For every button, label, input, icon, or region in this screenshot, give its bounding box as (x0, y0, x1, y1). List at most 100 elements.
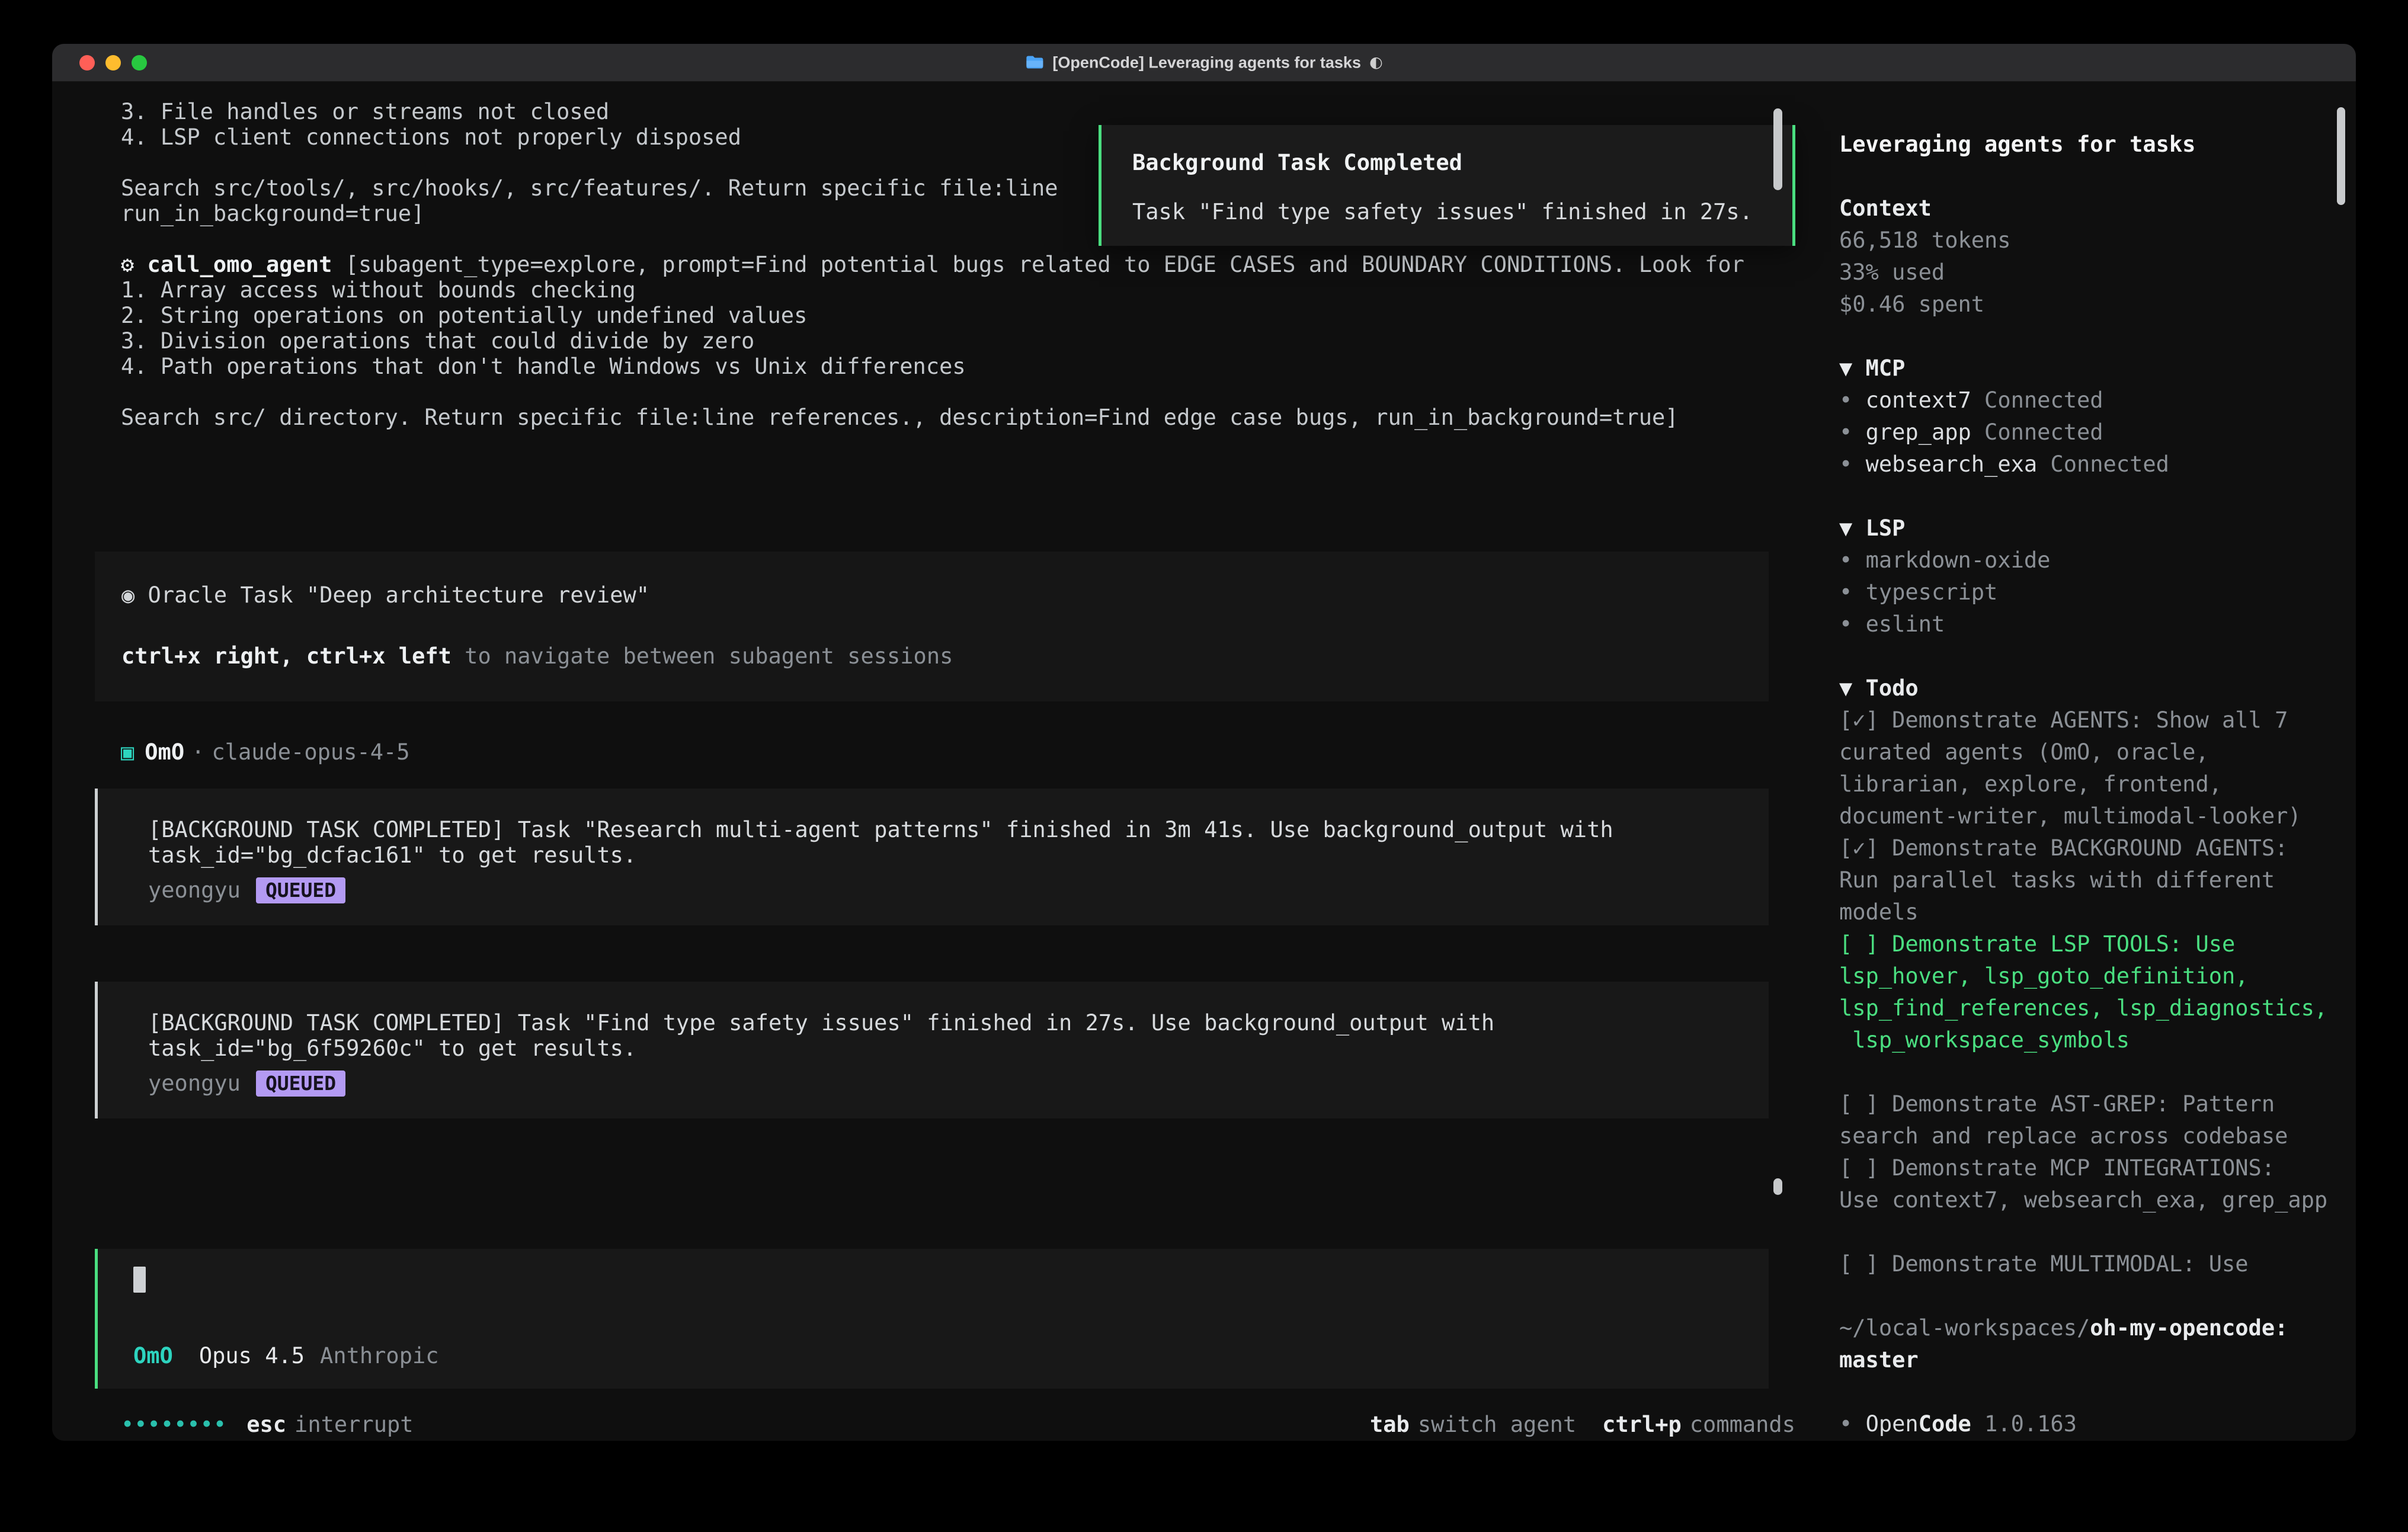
oracle-hint-keys: ctrl+x right, ctrl+x left (121, 643, 451, 669)
text-segment: Use context7, websearch_exa, grep_app (1839, 1187, 2327, 1213)
sidebar-line: ▼ Todo (1839, 672, 2340, 704)
sidebar-line: Context (1839, 193, 2340, 225)
text-segment: 1.0.163 (1971, 1411, 2077, 1437)
sidebar-line: ▼ LSP (1839, 512, 2340, 544)
window-content: 3. File handles or streams not closed 4. … (52, 82, 2356, 1441)
text-segment: $0.46 spent (1839, 291, 1984, 317)
text-segment: [ ] Demonstrate LSP TOOLS: Use (1839, 931, 2235, 957)
sidebar-line: • websearch_exa Connected (1839, 448, 2340, 480)
traffic-lights (52, 55, 147, 70)
message-author: yeongyu (148, 877, 241, 903)
text-segment: Context (1839, 195, 1932, 221)
text-segment: • (1839, 1411, 1866, 1437)
agent-model: claude-opus-4-5 (212, 739, 409, 765)
sidebar-line (1839, 161, 2340, 193)
sidebar-line: ▼ MCP (1839, 352, 2340, 384)
sidebar-line (1839, 1216, 2340, 1248)
commands-key-hint: ctrl+p (1602, 1412, 1682, 1437)
text-segment: 1. Array access without bounds checking (121, 277, 636, 303)
text-segment: lsp_hover, lsp_goto_definition, (1839, 963, 2249, 989)
sidebar-line: Leveraging agents for tasks (1839, 129, 2340, 161)
text-segment: 3. File handles or streams not closed (121, 99, 609, 124)
text-segment: ▼ MCP (1839, 355, 1905, 381)
model-info-row: OmOOpus 4.5Anthropic (133, 1343, 1769, 1368)
commands-action-label: commands (1690, 1412, 1795, 1437)
terminal-line: 3. File handles or streams not closed (121, 99, 1813, 124)
text-cursor (133, 1267, 146, 1293)
message-line: [BACKGROUND TASK COMPLETED] Task "Resear… (148, 817, 1745, 842)
message-line: task_id="bg_6f59260c" to get results. (148, 1036, 1745, 1061)
text-segment: oh-my-opencode: (2090, 1315, 2288, 1341)
text-segment: ▼ Todo (1839, 675, 1919, 701)
toast-body: Task "Find type safety issues" finished … (1132, 199, 1763, 225)
message-line: task_id="bg_dcfac161" to get results. (148, 842, 1745, 868)
sidebar-line (1839, 1056, 2340, 1088)
terminal-line: Search src/ directory. Return specific f… (121, 405, 1813, 430)
text-segment: • (1839, 451, 1866, 477)
text-segment: Connected (2037, 451, 2169, 477)
text-segment: markdown-oxide (1866, 547, 2051, 573)
tab-key-hint: tab (1370, 1412, 1410, 1437)
background-task-message: [BACKGROUND TASK COMPLETED] Task "Find t… (95, 982, 1769, 1118)
text-segment: curated agents (OmO, oracle, (1839, 739, 2209, 765)
sidebar-line: lsp_find_references, lsp_diagnostics, (1839, 992, 2340, 1024)
agent-header: ▣OmO·claude-opus-4-5 (121, 739, 1813, 765)
model-provider: Anthropic (320, 1343, 438, 1368)
text-segment: 4. Path operations that don't handle Win… (121, 354, 966, 379)
sidebar-scrollbar-thumb[interactable] (2337, 107, 2345, 205)
sidebar-line: $0.46 spent (1839, 289, 2340, 320)
sidebar: Leveraging agents for tasksContext66,518… (1813, 82, 2356, 1441)
sidebar-content: Leveraging agents for tasksContext66,518… (1839, 129, 2340, 1440)
message-meta: yeongyu QUEUED (148, 1071, 1745, 1097)
status-left: ••••••••escinterrupt (121, 1412, 414, 1437)
agent-name: OmO (145, 739, 184, 765)
activity-dots: •••••••• (121, 1412, 226, 1437)
toast-title: Background Task Completed (1132, 150, 1763, 175)
oracle-task-panel: ◉ Oracle Task "Deep architecture review"… (95, 552, 1769, 701)
minimize-window-button[interactable] (105, 55, 121, 70)
scrollbar-thumb[interactable] (1773, 108, 1782, 190)
text-segment: Code (1919, 1411, 1971, 1437)
terminal-line (121, 379, 1813, 405)
title-activity-icon: ◐ (1369, 54, 1383, 72)
text-segment: librarian, explore, frontend, (1839, 771, 2222, 797)
terminal-line: 4. Path operations that don't handle Win… (121, 354, 1813, 379)
text-segment: models (1839, 899, 1919, 925)
sidebar-line: • OpenCode 1.0.163 (1839, 1408, 2340, 1440)
zoom-window-button[interactable] (132, 55, 147, 70)
close-window-button[interactable] (79, 55, 95, 70)
text-segment: 33% used (1839, 259, 1945, 285)
text-segment: context7 (1866, 387, 1971, 413)
sidebar-line: document-writer, multimodal-looker) (1839, 800, 2340, 832)
prompt-input[interactable] (133, 1267, 1769, 1293)
oracle-task-header: ◉ Oracle Task "Deep architecture review" (121, 582, 1742, 608)
terminal-line: 3. Division operations that could divide… (121, 328, 1813, 354)
sidebar-line: • context7 Connected (1839, 384, 2340, 416)
scrollbar-thumb[interactable] (1773, 1178, 1782, 1195)
background-task-toast[interactable]: Background Task Completed Task "Find typ… (1099, 125, 1795, 246)
sidebar-line: master (1839, 1344, 2340, 1376)
sidebar-line: • markdown-oxide (1839, 544, 2340, 576)
text-segment: run_in_background=true] (121, 201, 424, 226)
titlebar[interactable]: [OpenCode] Leveraging agents for tasks ◐ (52, 44, 2356, 82)
queued-badge: QUEUED (256, 877, 345, 903)
text-segment: • (1839, 547, 1866, 573)
terminal-line: 1. Array access without bounds checking (121, 277, 1813, 303)
text-segment: typescript (1866, 579, 1998, 605)
terminal-window: [OpenCode] Leveraging agents for tasks ◐… (52, 44, 2356, 1441)
sidebar-line: [ ] Demonstrate MCP INTEGRATIONS: (1839, 1152, 2340, 1184)
terminal-line: ⚙ call_omo_agent [subagent_type=explore,… (121, 252, 1813, 277)
text-segment: Connected (1971, 419, 2103, 445)
sidebar-line (1839, 1280, 2340, 1312)
message-line: [BACKGROUND TASK COMPLETED] Task "Find t… (148, 1010, 1745, 1036)
text-segment: search and replace across codebase (1839, 1123, 2288, 1149)
model-name: Opus 4.5 (199, 1343, 305, 1368)
agent-checkbox-icon: ▣ (121, 739, 134, 765)
oracle-hint-text: to navigate between subagent sessions (451, 643, 953, 669)
text-segment: • (1839, 419, 1866, 445)
text-segment: • (1839, 387, 1866, 413)
prompt-input-panel[interactable]: OmOOpus 4.5Anthropic (95, 1249, 1769, 1389)
sidebar-line: [✓] Demonstrate AGENTS: Show all 7 (1839, 704, 2340, 736)
text-segment: [✓] Demonstrate BACKGROUND AGENTS: (1839, 835, 2288, 861)
text-segment: master (1839, 1347, 1919, 1373)
